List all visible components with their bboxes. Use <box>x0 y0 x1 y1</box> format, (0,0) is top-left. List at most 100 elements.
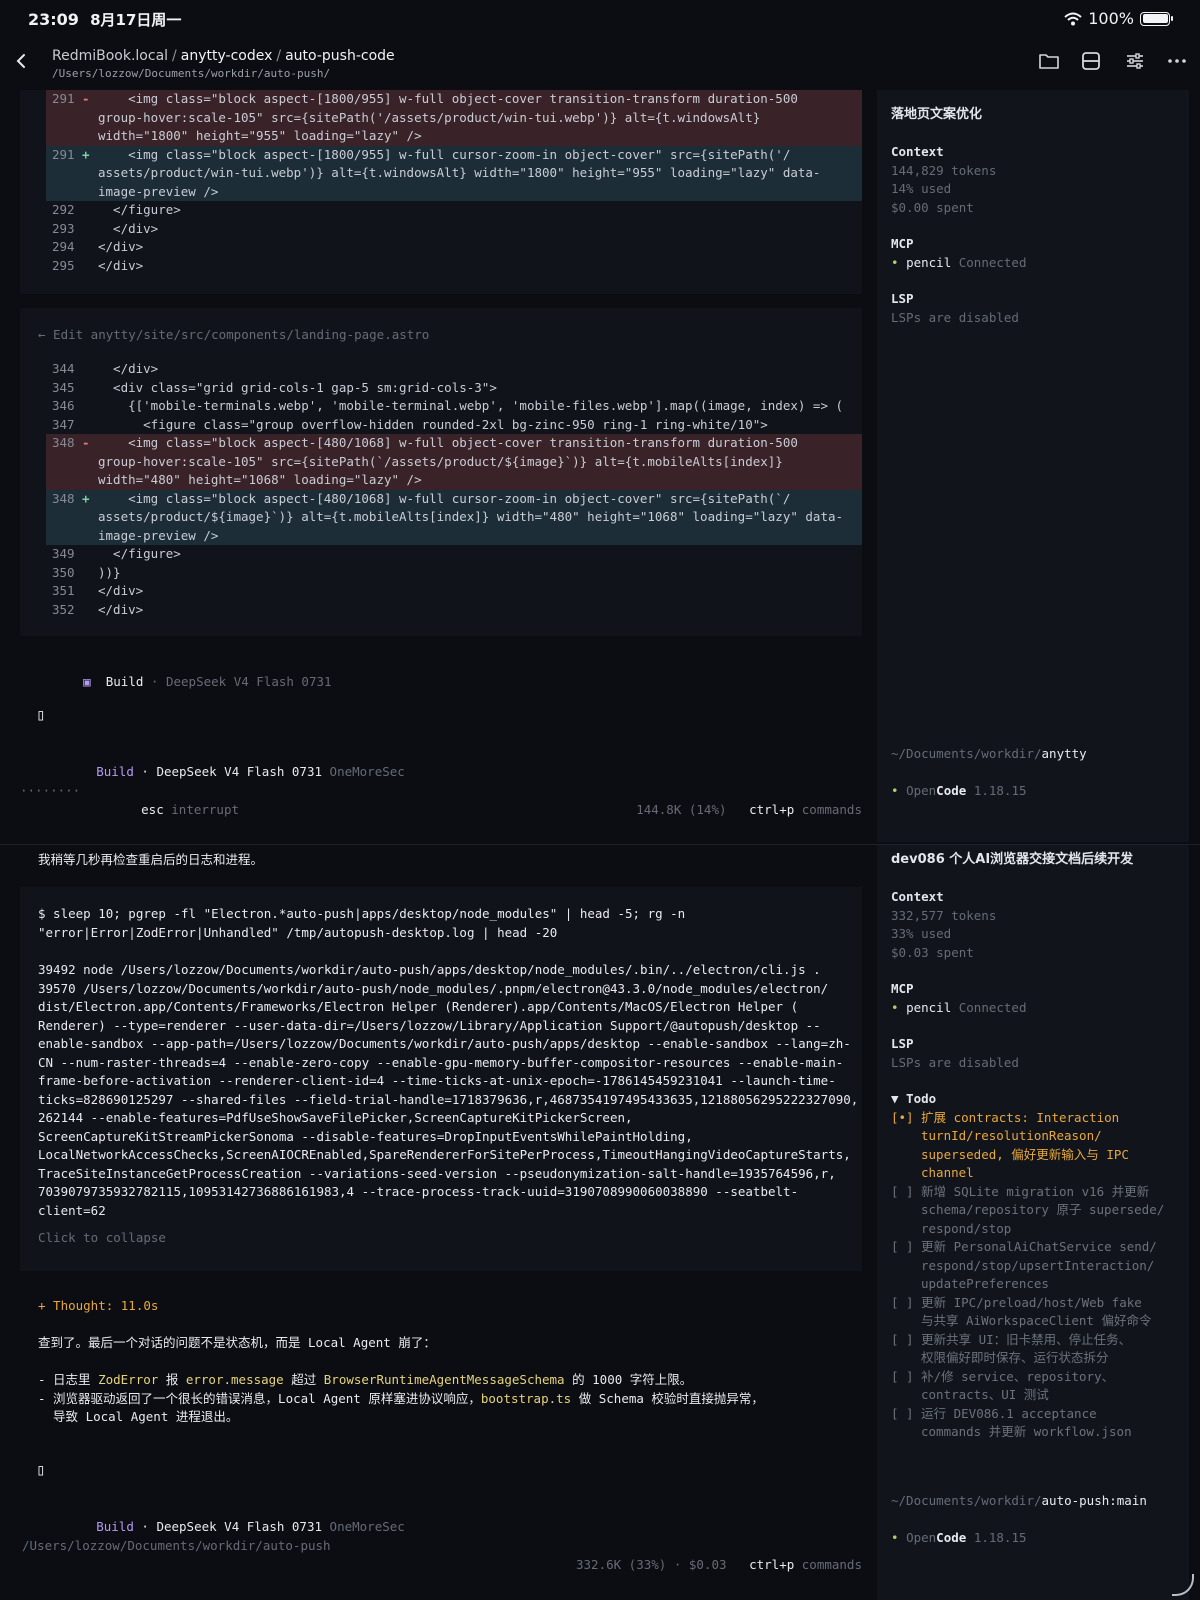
breadcrumb-host[interactable]: RedmiBook.local <box>52 48 168 64</box>
folder-icon[interactable] <box>1038 50 1062 74</box>
command-line: "error|Error|ZodError|Unhandled" /tmp/au… <box>38 924 558 940</box>
todo-item-text: [ ] 更新共享 UI：旧卡禁用、停止任务、 <box>891 1331 1132 1347</box>
todo-item-text: [ ] 补/修 service、repository、 <box>891 1368 1115 1384</box>
workspace-path: /Users/lozzow/Documents/workdir/auto-pus… <box>22 1538 331 1553</box>
diff-sign: - <box>82 435 90 450</box>
session-title: 落地页文案优化 <box>891 107 983 122</box>
todo-item-text: [ ] 运行 DEV086.1 acceptance <box>891 1405 1097 1421</box>
breadcrumb-project[interactable]: anytty-codex <box>181 48 273 64</box>
lsp-heading: LSP <box>891 291 914 306</box>
diff-line-added: assets/product/win-tui.webp')} alt={t.wi… <box>20 164 862 183</box>
code-text: <img class="block aspect-[480/1068] w-fu… <box>98 490 791 506</box>
code-text: width="480" height="1068" loading="lazy"… <box>98 472 422 487</box>
edit-tool-block: ← Edit anytty/site/src/components/landin… <box>20 308 862 636</box>
todo-item-text-cont: respond/stop <box>921 1220 1012 1236</box>
prompt-cursor: ▯ <box>36 1460 46 1479</box>
diff-line-removed: 348- <img class="block aspect-[480/1068]… <box>20 434 862 453</box>
code-text: {['mobile-terminals.webp', 'mobile-termi… <box>98 398 844 413</box>
mcp-heading: MCP <box>891 236 914 251</box>
todo-item-text: [ ] 新增 SQLite migration v16 并更新 <box>891 1183 1150 1199</box>
diff-line-context: 294 </div> <box>20 238 862 257</box>
status-date: 8月17日周一 <box>90 11 182 29</box>
finding-bullet-1: - 日志里 ZodError 报 error.message 超过 Browse… <box>38 1372 693 1387</box>
code-text: ))} <box>98 564 121 580</box>
cwd: ~/Documents/workdir/auto-push:main <box>891 1493 1147 1508</box>
code-text: image-preview /> <box>98 183 219 199</box>
todo-item-text-cont: superseded, 偏好更新输入与 IPC <box>921 1146 1129 1162</box>
split-layout-icon[interactable] <box>1080 50 1104 74</box>
line-number: 292 <box>52 202 75 217</box>
diff-line-context: 292 </figure> <box>20 201 862 220</box>
diff-line-removed: group-hover:scale-105" src={sitePath(`/a… <box>20 452 862 471</box>
token-usage: 332.6K (33%) · $0.03 <box>576 1556 727 1572</box>
line-number: 344 <box>52 361 75 376</box>
line-number: 346 <box>52 398 75 413</box>
code-text: </figure> <box>98 202 181 217</box>
code-text: width="1800" height="955" loading="lazy"… <box>98 128 422 143</box>
diff-line-context: 349 </figure> <box>20 545 862 564</box>
more-icon[interactable] <box>1166 50 1190 74</box>
diff-line-context: 347 <figure class="group overflow-hidden… <box>20 416 862 435</box>
finding-bullet-2-cont: 导致 Local Agent 进程退出。 <box>38 1409 239 1424</box>
mcp-heading: MCP <box>891 981 914 996</box>
code-text: group-hover:scale-105" src={sitePath(`/a… <box>98 453 783 469</box>
mcp-server: • pencil Connected <box>891 254 1027 270</box>
prompt-input[interactable]: ▯ Build · DeepSeek V4 Flash 0731 OneMore… <box>20 1443 862 1533</box>
code-text: group-hover:scale-105" src={sitePath('/a… <box>98 109 761 125</box>
line-number: 294 <box>52 239 75 254</box>
context-tokens: 332,577 tokens <box>891 907 997 923</box>
todo-item-text-cont: commands 并更新 workflow.json <box>921 1424 1132 1439</box>
line-number: 352 <box>52 601 75 617</box>
diff-line-context: 351 </div> <box>20 582 862 601</box>
code-text: <figure class="group overflow-hidden rou… <box>98 416 768 432</box>
back-chevron-icon[interactable] <box>14 50 34 74</box>
code-text: <img class="block aspect-[1800/955] w-fu… <box>98 91 798 106</box>
prompt-input[interactable]: ▯ Build · DeepSeek V4 Flash 0731 OneMore… <box>20 688 862 778</box>
commands-hint[interactable]: ctrl+p commands <box>749 802 862 817</box>
diff-line-added: 291 + <img class="block aspect-[1800/955]… <box>20 145 862 164</box>
code-text: </div> <box>98 257 144 273</box>
diff-line-removed: width="1800" height="955" loading="lazy"… <box>20 127 862 146</box>
output-line: 39570 /Users/lozzow/Documents/workdir/au… <box>38 980 829 996</box>
code-text: image-preview /> <box>98 527 219 543</box>
output-line: frame-before-activation --renderer-clien… <box>38 1073 836 1088</box>
code-text: </div> <box>98 220 159 236</box>
sliders-icon[interactable] <box>1124 50 1148 74</box>
session-pane-top: 291- <img class="block aspect-[1800/955]… <box>0 90 1200 842</box>
diff-line-added: 348 + <img class="block aspect-[480/1068]… <box>20 489 862 508</box>
diff-line-context: 295 </div> <box>20 257 862 276</box>
session-pane-bottom: 我稍等几秒再检查重启后的日志和进程。 $ sleep 10; pgrep -fl… <box>0 844 1200 1600</box>
usage-and-commands: 332.6K (33%) · $0.03 ctrl+p commands <box>531 1537 862 1593</box>
todo-heading[interactable]: ▼ Todo <box>891 1090 936 1109</box>
diff-sign: - <box>82 91 90 106</box>
diff-line-added: image-preview /> <box>20 526 862 545</box>
diff-line-removed: 291- <img class="block aspect-[1800/955]… <box>20 90 862 109</box>
diff-line-context: 345 <div class="grid grid-cols-1 gap-5 s… <box>20 379 862 398</box>
output-line: ScreenCaptureKitStreamPickerSonoma --dis… <box>38 1128 693 1144</box>
sidebar: dev086 个人AI浏览器交接文档后续开发 Context 332,577 t… <box>877 845 1189 1600</box>
breadcrumb: RedmiBook.local / anytty-codex / auto-push-c… <box>52 48 395 64</box>
resize-handle[interactable] <box>1172 1574 1194 1596</box>
session-title: dev086 个人AI浏览器交接文档后续开发 <box>891 852 1134 867</box>
code-text: assets/product/${image}`)} alt={t.mobile… <box>98 509 844 524</box>
session-header: RedmiBook.local / anytty-codex / auto-push-c… <box>0 36 1200 90</box>
context-heading: Context <box>891 144 944 159</box>
output-line: enable-sandbox --app-path=/Users/lozzow/… <box>38 1036 851 1051</box>
edit-file-header[interactable]: ← Edit anytty/site/src/components/landin… <box>38 326 429 345</box>
line-number: 351 <box>52 583 75 598</box>
commands-hint[interactable]: ctrl+p commands <box>749 1557 862 1572</box>
breadcrumb-branch[interactable]: auto-push-code <box>285 48 395 64</box>
diff-block: 291- <img class="block aspect-[1800/955]… <box>20 90 862 294</box>
todo-item-text-cont: schema/repository 原子 supersede/ <box>921 1202 1165 1217</box>
output-line: 262144 --enable-features=PdfUseShowSaveF… <box>38 1110 633 1125</box>
battery-icon <box>1140 11 1173 26</box>
diff-line-context: 350))} <box>20 564 862 583</box>
todo-item-text: [•] 扩展 contracts: Interaction <box>891 1109 1120 1125</box>
diff-sign: + <box>82 146 90 162</box>
collapse-toggle[interactable]: Click to collapse <box>38 1229 166 1248</box>
context-used: 14% used <box>891 181 952 196</box>
output-line: LocalNetworkAccessChecks,ScreenAIOCREnab… <box>38 1147 851 1162</box>
thought-toggle[interactable]: + Thought: 11.0s <box>38 1297 158 1316</box>
cwd: ~/Documents/workdir/anytty <box>891 746 1087 761</box>
interrupt-hint[interactable]: esc interrupt <box>96 782 239 838</box>
